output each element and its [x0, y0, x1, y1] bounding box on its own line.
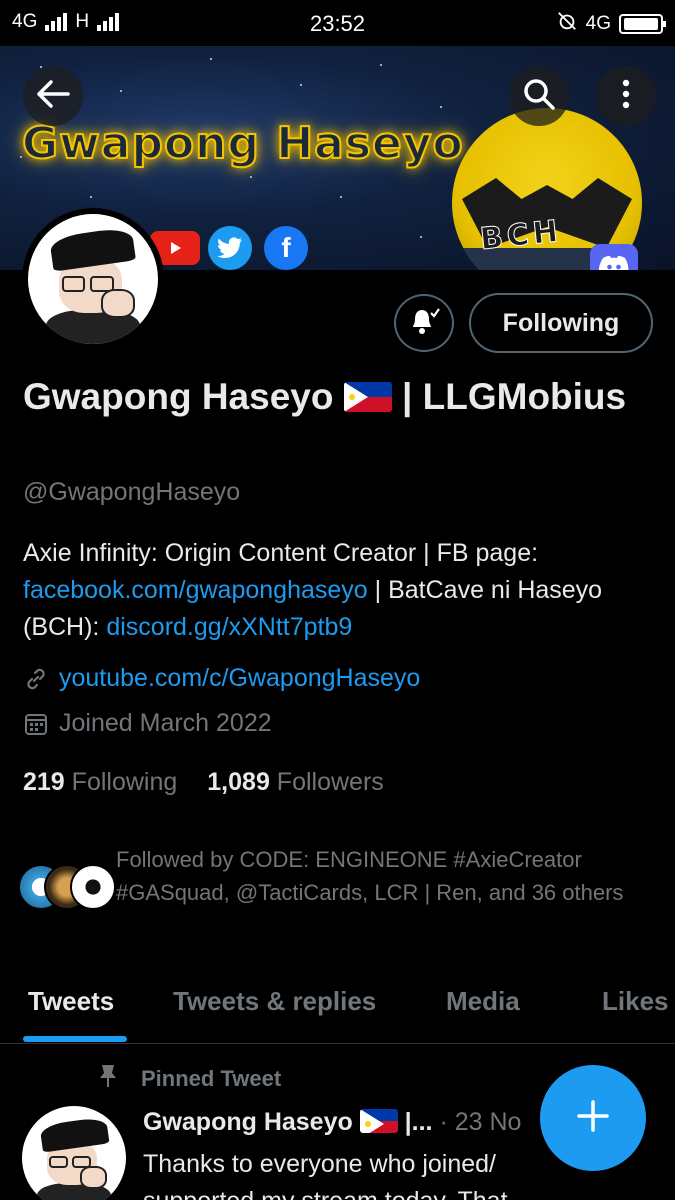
profile-name-text: Gwapong Haseyo — [23, 376, 334, 417]
plus-icon — [576, 1099, 610, 1138]
search-button[interactable] — [509, 66, 569, 126]
profile-name: Gwapong Haseyo | LLGMobius — [23, 370, 643, 423]
tweet-author-name: Gwapong Haseyo — [143, 1108, 353, 1136]
facebook-link[interactable]: facebook.com/gwaponghaseyo — [23, 576, 368, 604]
network-label-3: 4G — [585, 13, 611, 34]
active-tab-indicator — [23, 1036, 127, 1042]
avatar — [70, 864, 116, 910]
following-label: Following — [71, 768, 178, 796]
alarm-off-icon — [556, 10, 578, 38]
more-options-button[interactable] — [596, 66, 656, 126]
discord-link[interactable]: discord.gg/xXNtt7ptb9 — [106, 613, 352, 641]
pin-icon — [97, 1063, 119, 1095]
joined-row: Joined March 2022 — [23, 709, 272, 738]
followed-by-avatars[interactable] — [18, 864, 116, 914]
calendar-icon — [23, 711, 49, 737]
followers-count: 1,089 — [207, 768, 270, 796]
tweet-author-avatar[interactable] — [22, 1106, 126, 1200]
link-icon — [23, 666, 49, 692]
bell-check-icon — [407, 305, 441, 342]
bio-text: Axie Infinity: Origin Content Creator | … — [23, 539, 539, 567]
back-button[interactable] — [23, 66, 83, 126]
following-count: 219 — [23, 768, 65, 796]
tab-media[interactable]: Media — [446, 986, 520, 1017]
tab-tweets-replies[interactable]: Tweets & replies — [173, 986, 376, 1017]
status-bar: 4G H 23:52 4G — [0, 0, 675, 46]
profile-bio: Axie Infinity: Origin Content Creator | … — [23, 535, 653, 646]
compose-tweet-button[interactable] — [540, 1065, 646, 1171]
search-icon — [522, 77, 556, 116]
following-button[interactable]: Following — [469, 293, 653, 353]
followers-count-link[interactable]: 1,089 Followers — [207, 768, 384, 797]
arrow-left-icon — [36, 79, 70, 114]
follow-counts: 219 Following 1,089 Followers — [23, 768, 384, 797]
battery-icon — [619, 14, 666, 34]
facebook-icon: f — [264, 226, 308, 270]
profile-tabs: Tweets Tweets & replies Media Likes — [0, 960, 675, 1044]
tweet-author-suffix: |... — [404, 1108, 433, 1136]
twitter-icon — [208, 226, 252, 270]
banner-title: Gwapong Haseyo — [21, 117, 464, 170]
pinned-label: Pinned Tweet — [97, 1063, 281, 1095]
tweet-date: · 23 No — [439, 1108, 522, 1136]
website-link[interactable]: youtube.com/c/GwapongHaseyo — [59, 664, 420, 693]
pinned-tweet-label: Pinned Tweet — [141, 1066, 282, 1091]
more-vertical-icon — [621, 78, 631, 115]
profile-handle: @GwapongHaseyo — [23, 478, 241, 506]
website-row: youtube.com/c/GwapongHaseyo — [23, 664, 420, 693]
joined-date: Joined March 2022 — [59, 709, 272, 737]
followed-by-text[interactable]: Followed by CODE: ENGINEONE #AxieCreator… — [116, 843, 656, 909]
followers-label: Followers — [276, 768, 384, 796]
philippines-flag-icon — [359, 1109, 398, 1133]
discord-icon — [590, 244, 638, 270]
following-count-link[interactable]: 219 Following — [23, 768, 177, 797]
tab-likes[interactable]: Likes — [602, 986, 669, 1017]
profile-name-suffix: | LLGMobius — [402, 376, 627, 417]
profile-avatar[interactable] — [22, 208, 164, 350]
tweet-header[interactable]: Gwapong Haseyo |... · 23 No — [143, 1108, 563, 1137]
tweet-text[interactable]: Thanks to everyone who joined/ supported… — [143, 1146, 573, 1200]
philippines-flag-icon — [343, 382, 392, 412]
notifications-button[interactable] — [394, 294, 454, 352]
tab-tweets[interactable]: Tweets — [28, 986, 114, 1017]
